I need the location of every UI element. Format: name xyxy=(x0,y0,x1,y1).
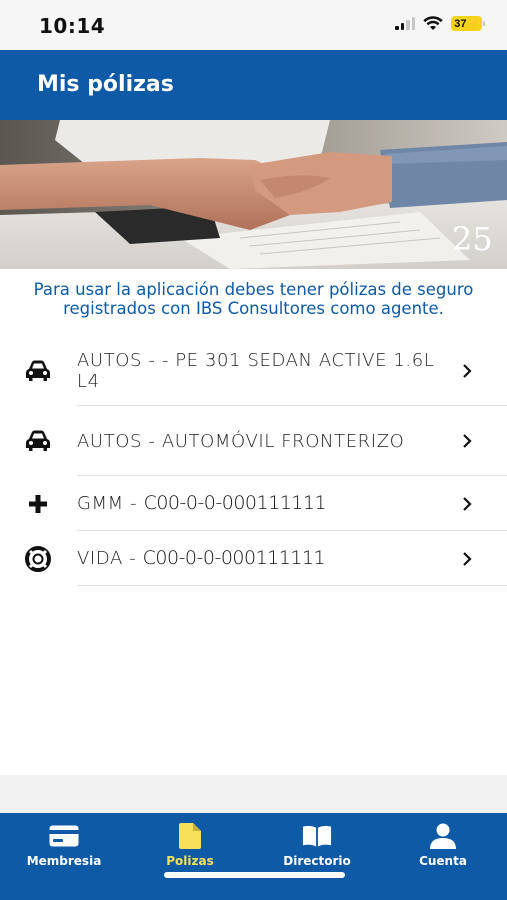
nav-polizas[interactable]: Polizas xyxy=(135,823,245,868)
policy-item-vida[interactable]: VIDA - C00-0-0-000111111 xyxy=(0,531,507,586)
nav-label: Polizas xyxy=(166,854,214,868)
hero-watermark: 25 xyxy=(452,220,493,258)
chevron-right-icon xyxy=(463,364,472,378)
policy-code: C00-0-0-000111111 xyxy=(143,492,327,514)
policy-item-autos-sedan[interactable]: AUTOS - - PE 301 SEDAN ACTIVE 1.6L L4 xyxy=(0,336,507,406)
policy-type: VIDA - xyxy=(77,548,143,569)
footer-spacer xyxy=(0,775,507,813)
chevron-right-icon xyxy=(463,496,472,511)
chevron-right-icon xyxy=(463,434,472,448)
chevron-right-icon xyxy=(463,551,472,566)
user-icon xyxy=(428,823,458,849)
app-header: Mis pólizas xyxy=(0,50,507,120)
card-icon xyxy=(49,823,79,849)
policy-label: AUTOS - AUTOMÓVIL FRONTERIZO xyxy=(77,430,405,452)
bottom-nav: Membresia Polizas Directorio Cuenta xyxy=(0,813,507,900)
handshake-photo: 25 xyxy=(0,120,507,269)
status-icons: 37 ⚡ xyxy=(395,16,485,31)
signal-icon xyxy=(395,17,415,30)
battery-icon: 37 ⚡ xyxy=(451,16,482,31)
nav-label: Membresia xyxy=(26,854,102,868)
book-icon xyxy=(302,823,332,849)
hero-image: 25 xyxy=(0,120,507,269)
policy-label: AUTOS - - PE 301 SEDAN ACTIVE 1.6L L4 xyxy=(77,350,435,392)
home-indicator[interactable] xyxy=(164,872,345,878)
car-icon xyxy=(24,357,52,385)
info-message: Para usar la aplicación debes tener póli… xyxy=(33,280,474,318)
document-icon xyxy=(175,823,205,849)
policy-type: GMM - xyxy=(77,493,144,514)
policy-list: AUTOS - - PE 301 SEDAN ACTIVE 1.6L L4 AU… xyxy=(0,336,507,586)
nav-cuenta[interactable]: Cuenta xyxy=(388,823,498,868)
policy-item-autos-fronterizo[interactable]: AUTOS - AUTOMÓVIL FRONTERIZO xyxy=(0,406,507,476)
status-time: 10:14 xyxy=(39,14,106,38)
policy-label: GMM - C00-0-0-000111111 xyxy=(77,492,447,515)
wifi-icon xyxy=(423,16,443,30)
nav-label: Cuenta xyxy=(419,854,467,868)
nav-directorio[interactable]: Directorio xyxy=(262,823,372,868)
policy-label: VIDA - C00-0-0-000111111 xyxy=(77,547,447,570)
plus-icon xyxy=(24,490,52,518)
policy-code: C00-0-0-000111111 xyxy=(142,547,326,569)
policy-item-gmm[interactable]: GMM - C00-0-0-000111111 xyxy=(0,476,507,531)
page-title: Mis pólizas xyxy=(37,72,174,97)
battery-level: 37 xyxy=(454,17,467,30)
nav-membresia[interactable]: Membresia xyxy=(9,823,119,868)
status-bar: 10:14 37 ⚡ xyxy=(0,0,507,50)
lifebuoy-icon xyxy=(24,545,52,573)
nav-label: Directorio xyxy=(283,854,351,868)
car-icon xyxy=(24,427,52,455)
